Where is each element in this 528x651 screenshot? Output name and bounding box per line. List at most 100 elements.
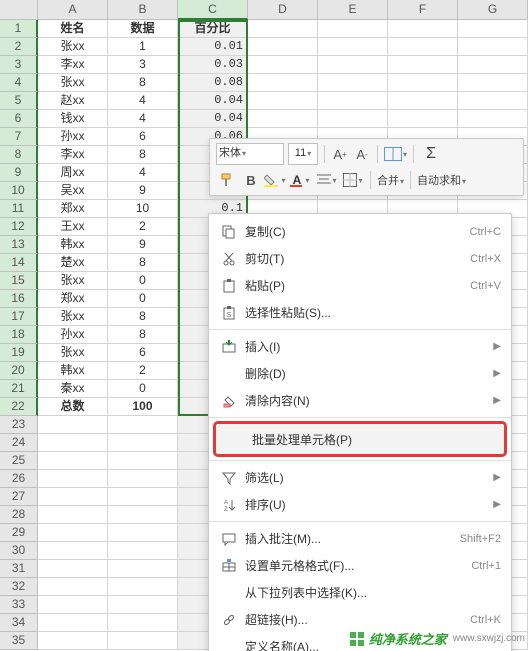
row-header-2[interactable]: 2	[0, 38, 38, 56]
cell[interactable]	[458, 38, 528, 56]
row-header-32[interactable]: 32	[0, 578, 38, 596]
row-header-13[interactable]: 13	[0, 236, 38, 254]
context-menu-item[interactable]: 批量处理单元格(P)	[216, 424, 504, 454]
cell[interactable]	[108, 524, 178, 542]
column-header-B[interactable]: B	[108, 0, 178, 20]
cell[interactable]	[388, 110, 458, 128]
cell[interactable]: 姓名	[38, 20, 108, 38]
cell[interactable]	[318, 20, 388, 38]
cell[interactable]: 6	[108, 344, 178, 362]
row-header-18[interactable]: 18	[0, 326, 38, 344]
cell[interactable]: 秦xx	[38, 380, 108, 398]
cell[interactable]	[248, 56, 318, 74]
cell[interactable]: 张xx	[38, 344, 108, 362]
cell[interactable]: 张xx	[38, 38, 108, 56]
row-header-14[interactable]: 14	[0, 254, 38, 272]
cell[interactable]: 王xx	[38, 218, 108, 236]
cell[interactable]: 3	[108, 56, 178, 74]
cell[interactable]	[38, 488, 108, 506]
cell[interactable]	[108, 506, 178, 524]
cell[interactable]: 0	[108, 290, 178, 308]
cell[interactable]	[38, 632, 108, 650]
row-header-33[interactable]: 33	[0, 596, 38, 614]
cell[interactable]: 0.03	[178, 56, 248, 74]
row-header-16[interactable]: 16	[0, 290, 38, 308]
cell[interactable]: 8	[108, 308, 178, 326]
cell[interactable]	[108, 560, 178, 578]
cell[interactable]: 10	[108, 200, 178, 218]
cell[interactable]: 李xx	[38, 56, 108, 74]
font-color-button[interactable]: A▾	[290, 169, 312, 191]
row-header-1[interactable]: 1	[0, 20, 38, 38]
cell[interactable]	[38, 416, 108, 434]
row-header-8[interactable]: 8	[0, 146, 38, 164]
cell[interactable]	[108, 614, 178, 632]
cell[interactable]	[108, 470, 178, 488]
row-header-23[interactable]: 23	[0, 416, 38, 434]
cell[interactable]: 张xx	[38, 308, 108, 326]
decrease-font-icon[interactable]: A-	[353, 144, 371, 164]
cell[interactable]: 100	[108, 398, 178, 416]
cell[interactable]: 郑xx	[38, 290, 108, 308]
context-menu-item[interactable]: 剪切(T)Ctrl+X	[209, 245, 511, 272]
font-size-select[interactable]: 11▾	[288, 143, 318, 165]
row-header-3[interactable]: 3	[0, 56, 38, 74]
row-header-31[interactable]: 31	[0, 560, 38, 578]
context-menu-item[interactable]: 筛选(L)▶	[209, 464, 511, 491]
cell[interactable]: 4	[108, 164, 178, 182]
context-menu-item[interactable]: 删除(D)▶	[209, 360, 511, 387]
row-header-35[interactable]: 35	[0, 632, 38, 650]
merge-cells-button[interactable]: ▾	[384, 143, 407, 165]
row-header-6[interactable]: 6	[0, 110, 38, 128]
row-header-4[interactable]: 4	[0, 74, 38, 92]
column-header-G[interactable]: G	[458, 0, 528, 20]
cell[interactable]	[248, 20, 318, 38]
context-menu-item[interactable]: 设置单元格格式(F)...Ctrl+1	[209, 552, 511, 579]
cell[interactable]: 6	[108, 128, 178, 146]
autosum-label[interactable]: 自动求和▾	[417, 172, 466, 188]
cell[interactable]: 2	[108, 218, 178, 236]
cell[interactable]	[458, 92, 528, 110]
cell[interactable]: 总数	[38, 398, 108, 416]
select-all-corner[interactable]	[0, 0, 38, 20]
row-header-15[interactable]: 15	[0, 272, 38, 290]
cell[interactable]: 0.01	[178, 38, 248, 56]
cell[interactable]	[108, 596, 178, 614]
cell[interactable]	[108, 632, 178, 650]
cell[interactable]: 张xx	[38, 74, 108, 92]
row-header-21[interactable]: 21	[0, 380, 38, 398]
cell[interactable]: 0.04	[178, 92, 248, 110]
cell[interactable]: 8	[108, 254, 178, 272]
cell[interactable]: 8	[108, 326, 178, 344]
font-name-select[interactable]: 宋体▾	[216, 143, 284, 165]
cell[interactable]	[318, 74, 388, 92]
cell[interactable]	[108, 452, 178, 470]
autosum-button[interactable]: Σ	[420, 143, 442, 165]
cell[interactable]	[38, 614, 108, 632]
row-header-25[interactable]: 25	[0, 452, 38, 470]
row-header-5[interactable]: 5	[0, 92, 38, 110]
cell[interactable]: 4	[108, 110, 178, 128]
cell[interactable]: 张xx	[38, 272, 108, 290]
cell[interactable]: 数据	[108, 20, 178, 38]
cell[interactable]: 楚xx	[38, 254, 108, 272]
column-header-E[interactable]: E	[318, 0, 388, 20]
cell[interactable]	[108, 542, 178, 560]
column-header-A[interactable]: A	[38, 0, 108, 20]
bold-button[interactable]: B	[242, 170, 260, 190]
row-header-34[interactable]: 34	[0, 614, 38, 632]
cell[interactable]	[248, 92, 318, 110]
cell[interactable]: 韩xx	[38, 362, 108, 380]
cell[interactable]: 孙xx	[38, 326, 108, 344]
cell[interactable]: 0	[108, 380, 178, 398]
cell[interactable]	[38, 470, 108, 488]
cell[interactable]	[108, 416, 178, 434]
cell[interactable]	[388, 38, 458, 56]
cell[interactable]: 1	[108, 38, 178, 56]
cell[interactable]	[388, 56, 458, 74]
row-header-28[interactable]: 28	[0, 506, 38, 524]
context-menu-item[interactable]: 从下拉列表中选择(K)...	[209, 579, 511, 606]
cell[interactable]	[388, 74, 458, 92]
cell[interactable]	[458, 74, 528, 92]
row-header-22[interactable]: 22	[0, 398, 38, 416]
